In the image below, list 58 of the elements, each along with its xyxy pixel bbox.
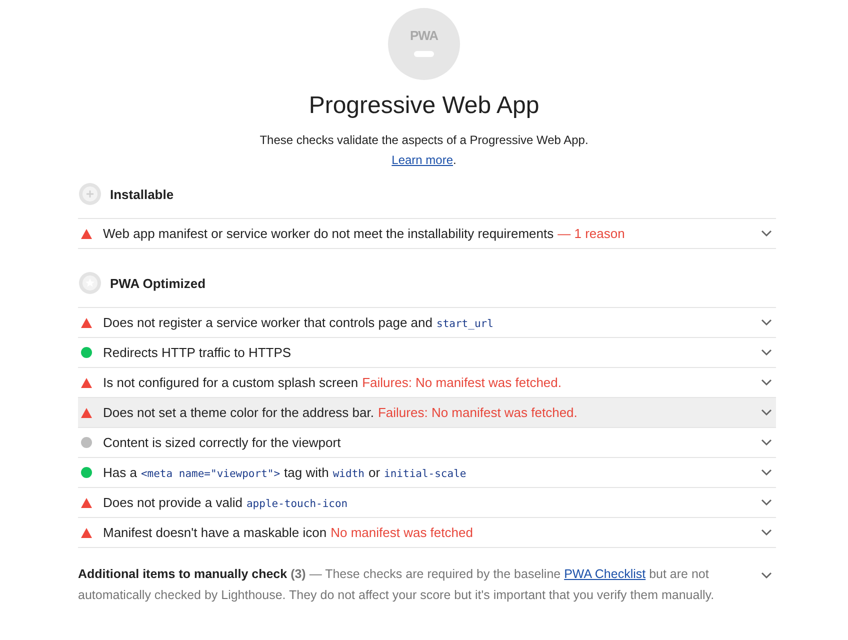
audit-row[interactable]: Manifest doesn't have a maskable icon No manifest was fetched [78, 518, 776, 548]
pwa-checklist-link[interactable]: PWA Checklist [564, 567, 646, 581]
group-title: Installable [110, 186, 174, 202]
audit-row[interactable]: Web app manifest or service worker do not meet the installability requirements — 1 reason [78, 219, 776, 249]
failure-text: No manifest was fetched [330, 525, 473, 540]
audit-row[interactable]: Has a <meta name="viewport"> tag with width or initial-scale [78, 458, 776, 488]
audit-row[interactable]: Redirects HTTP traffic to HTTPS [78, 338, 776, 368]
code-text: apple-touch-icon [246, 498, 348, 510]
chevron-down-icon[interactable] [761, 230, 772, 237]
neutral-dot-icon [81, 437, 92, 448]
chevron-down-icon[interactable] [761, 379, 772, 386]
audit-title: Content is sized correctly for the viewport [103, 435, 341, 450]
audit-row[interactable]: Does not set a theme color for the address bar. Failures: No manifest was fetched. [78, 398, 776, 428]
star-badge-icon [78, 271, 102, 295]
code-text: start_url [436, 318, 494, 330]
code-text: width [332, 468, 364, 480]
audit-title: Is not configured for a custom splash screen [103, 375, 358, 390]
fail-triangle-icon [81, 528, 92, 538]
category-description: These checks validate the aspects of a Progressive Web App. Learn more. [258, 132, 590, 169]
code-text: initial-scale [384, 468, 466, 480]
fail-triangle-icon [81, 228, 92, 238]
fail-triangle-icon [81, 318, 92, 328]
fail-triangle-icon [81, 378, 92, 388]
category-title: Progressive Web App [308, 92, 540, 120]
chevron-down-icon[interactable] [761, 439, 772, 446]
audit-title: Redirects HTTP traffic to HTTPS [103, 345, 292, 360]
plus-badge-icon [78, 182, 102, 206]
pass-dot-icon [81, 467, 92, 478]
fail-triangle-icon [81, 498, 92, 508]
failure-text: Failures: No manifest was fetched. [362, 375, 562, 390]
manual-checks-description: Additional items to manually check (3) — These checks are required by the baseline PWA Checklist but are not automatically checked by Lighthouse. They do not affect your score but it's important that you verify them manually. [78, 566, 716, 604]
chevron-down-icon[interactable] [761, 572, 772, 579]
pass-dot-icon [81, 347, 92, 358]
failure-text: Failures: No manifest was fetched. [378, 405, 578, 420]
audit-title: Does not register a service worker that controls page and [103, 315, 433, 330]
fail-triangle-icon [81, 408, 92, 418]
audit-row[interactable]: Does not register a service worker that controls page and start_url [78, 308, 776, 338]
audit-title: Web app manifest or service worker do not meet the installability requirements [103, 226, 554, 241]
learn-more-link[interactable]: Learn more [392, 153, 454, 167]
audit-title: Does not set a theme color for the address bar. [103, 405, 374, 420]
group-title: PWA Optimized [110, 276, 206, 290]
chevron-down-icon[interactable] [761, 319, 772, 326]
audit-row[interactable]: Does not provide a valid apple-touch-icon [78, 488, 776, 518]
logo-text: PWA [410, 28, 438, 42]
audit-title: tag with [284, 465, 329, 480]
chevron-down-icon[interactable] [761, 409, 772, 416]
audit-title: or [368, 465, 380, 480]
chevron-down-icon[interactable] [761, 529, 772, 536]
audit-title: Has a [103, 465, 137, 480]
chevron-down-icon[interactable] [761, 469, 772, 476]
chevron-down-icon[interactable] [761, 499, 772, 506]
dash-icon [414, 50, 434, 56]
code-text: <meta name="viewport"> [140, 468, 280, 480]
failure-text: — 1 reason [558, 226, 625, 241]
audit-title: Manifest doesn't have a maskable icon [103, 525, 327, 540]
audit-row[interactable]: Content is sized correctly for the viewport [78, 428, 776, 458]
chevron-down-icon[interactable] [761, 349, 772, 356]
audit-title: Does not provide a valid [103, 495, 242, 510]
